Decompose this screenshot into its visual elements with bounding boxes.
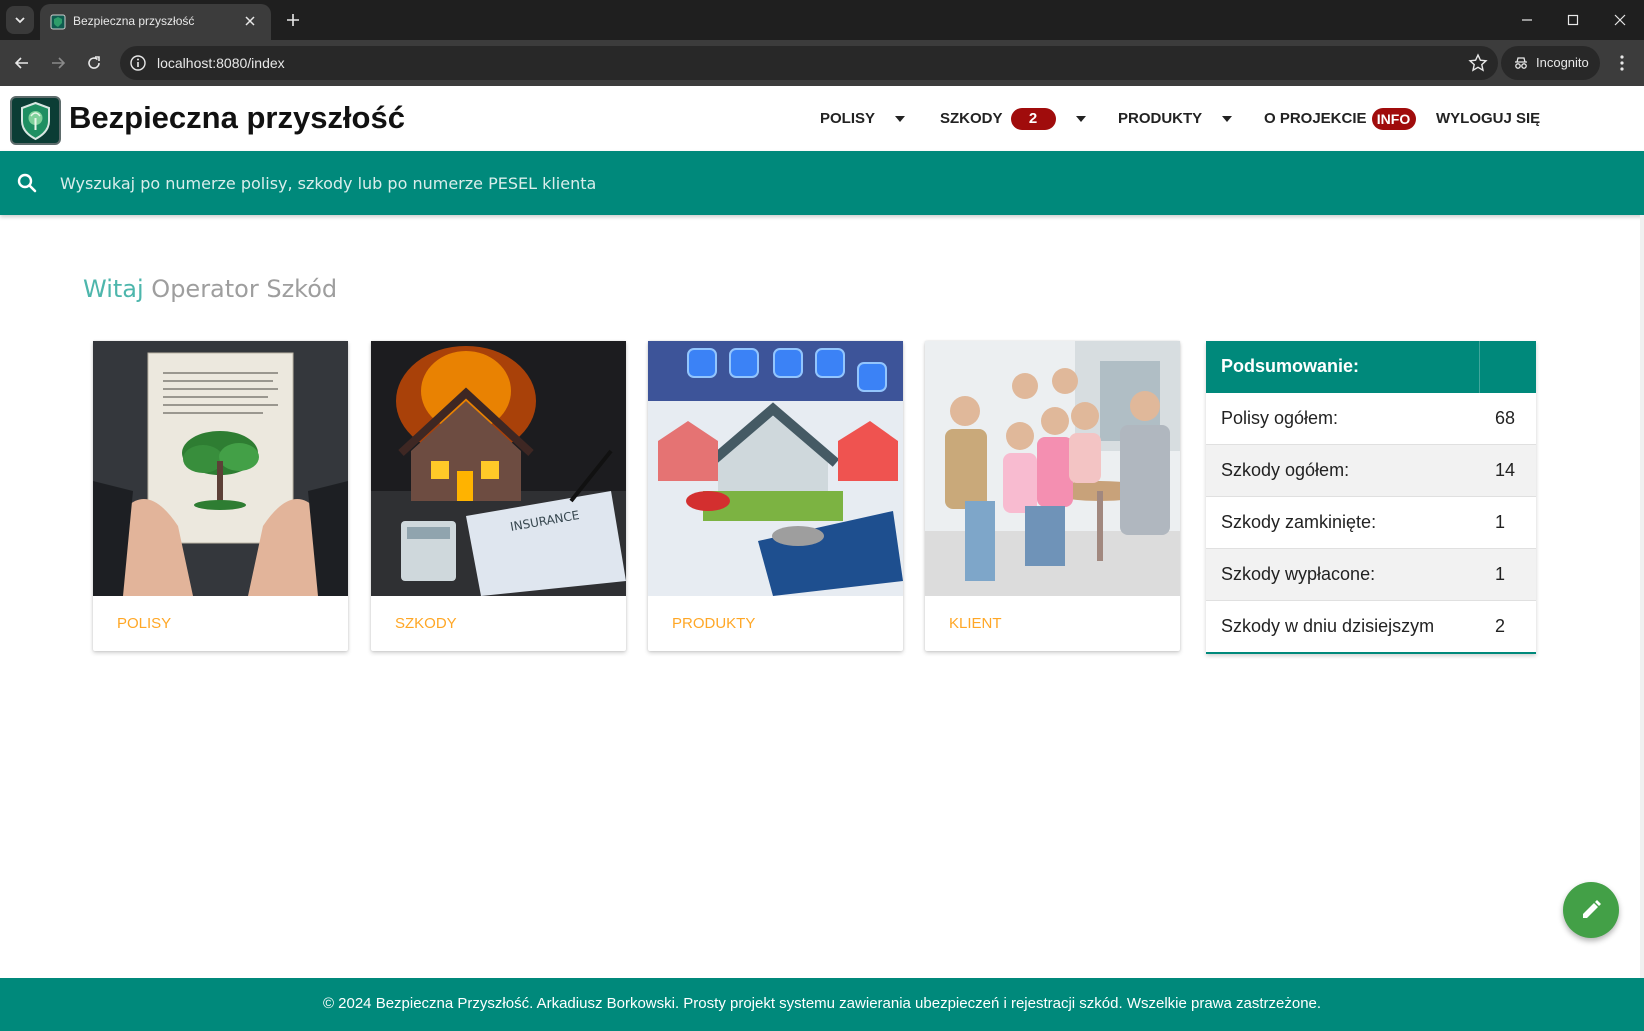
caret-down-icon [1075, 115, 1086, 122]
szkody-image: INSURANCE [371, 341, 626, 596]
search-input[interactable] [60, 163, 1620, 203]
nav-wyloguj-link[interactable]: WYLOGUJ SIĘ [1436, 86, 1540, 151]
edit-fab-button[interactable] [1563, 882, 1619, 938]
summary-label: Szkody ogółem: [1221, 460, 1350, 480]
summary-table: Podsumowanie: Polisy ogółem: 68 Szkody o… [1206, 341, 1536, 654]
summary-label: Szkody w dniu dzisiejszym [1221, 616, 1435, 636]
nav-o-projekcie-label: O PROJEKCIE [1264, 110, 1367, 127]
page-footer: © 2024 Bezpieczna Przyszłość. Arkadiusz … [0, 978, 1644, 1031]
card-polisy[interactable]: POLISY [93, 341, 348, 651]
summary-label: Szkody wypłacone: [1221, 564, 1376, 584]
summary-value: 14 [1495, 460, 1516, 480]
tab-title: Bezpieczna przyszłość [73, 14, 195, 28]
nav-polisy-dropdown[interactable]: POLISY [820, 86, 906, 151]
summary-value: 1 [1495, 564, 1506, 584]
nav-szkody-label: SZKODY [940, 110, 1003, 127]
nav-szkody-dropdown[interactable]: SZKODY 2 [940, 86, 1086, 151]
summary-row-polisy: Polisy ogółem: 68 [1206, 393, 1536, 445]
caret-down-icon [1222, 115, 1233, 122]
summary-row-wyplacone: Szkody wypłacone: 1 [1206, 549, 1536, 601]
app-navbar: Bezpieczna przyszłość POLISY SZKODY 2 PR… [0, 86, 1644, 151]
nav-produkty-dropdown[interactable]: PRODUKTY [1118, 86, 1233, 151]
summary-value: 2 [1495, 616, 1506, 636]
card-klient[interactable]: KLIENT [925, 341, 1180, 651]
summary-label: Szkody zamkinięte: [1221, 512, 1377, 532]
minimize-button[interactable] [1515, 8, 1539, 32]
nav-produkty-label: PRODUKTY [1118, 110, 1203, 127]
page-scrollbar[interactable] [1640, 215, 1644, 978]
star-icon[interactable] [1468, 53, 1488, 73]
incognito-label: Incognito [1536, 55, 1589, 70]
close-window-button[interactable] [1608, 8, 1632, 32]
chevron-down-icon [15, 17, 25, 24]
card-szkody-link[interactable]: SZKODY [395, 615, 457, 632]
maximize-icon [1567, 14, 1579, 26]
nav-o-projekcie[interactable]: O PROJEKCIE INFO [1264, 86, 1416, 151]
arrow-right-icon [52, 57, 66, 69]
welcome-heading: Witaj Operator Szkód [83, 275, 337, 303]
card-polisy-link[interactable]: POLISY [117, 615, 171, 632]
brand-title[interactable]: Bezpieczna przyszłość [69, 100, 405, 136]
favicon-icon [50, 14, 66, 30]
forward-button[interactable] [46, 51, 70, 75]
reload-button[interactable] [82, 51, 106, 75]
summary-value: 68 [1495, 408, 1516, 428]
nav-polisy-label: POLISY [820, 110, 876, 127]
nav-wyloguj-label: WYLOGUJ SIĘ [1436, 110, 1541, 127]
search-bar [0, 151, 1644, 215]
summary-row-dzisiaj: Szkody w dniu dzisiejszym 2 [1206, 601, 1536, 653]
incognito-icon [1515, 57, 1527, 69]
browser-tab[interactable]: Bezpieczna przyszłość [40, 4, 271, 40]
browser-tab-bar: Bezpieczna przyszłość [0, 0, 1644, 40]
welcome-role: Operator Szkód [151, 275, 338, 303]
card-szkody[interactable]: INSURANCE SZKODY [371, 341, 626, 651]
maximize-button[interactable] [1561, 8, 1585, 32]
url-text: localhost:8080/index [157, 55, 285, 71]
search-icon [17, 173, 37, 193]
browser-toolbar: localhost:8080/index Incognito [0, 40, 1644, 86]
szkody-count-badge: 2 [1010, 107, 1056, 130]
back-button[interactable] [10, 51, 34, 75]
pencil-icon [1583, 900, 1601, 918]
info-icon[interactable] [129, 54, 147, 72]
klient-image [925, 341, 1180, 596]
new-tab-button[interactable] [282, 9, 304, 31]
incognito-indicator[interactable]: Incognito [1501, 46, 1600, 80]
reload-icon [88, 56, 100, 69]
close-icon [1614, 14, 1626, 26]
summary-header: Podsumowanie: [1206, 341, 1536, 393]
more-vert-icon [1620, 55, 1624, 71]
browser-menu-button[interactable] [1610, 51, 1634, 75]
footer-text: © 2024 Bezpieczna Przyszłość. Arkadiusz … [322, 995, 1322, 1012]
info-badge: INFO [1371, 107, 1416, 130]
welcome-greeting: Witaj [83, 275, 144, 303]
plus-icon [287, 14, 299, 26]
summary-divider [1479, 341, 1480, 393]
shield-tree-logo-icon[interactable] [10, 96, 61, 145]
arrow-left-icon [14, 57, 28, 69]
summary-title: Podsumowanie: [1221, 356, 1360, 376]
summary-row-szkody: Szkody ogółem: 14 [1206, 445, 1536, 497]
summary-label: Polisy ogółem: [1221, 408, 1339, 428]
card-produkty-link[interactable]: PRODUKTY [672, 615, 755, 632]
minimize-icon [1522, 19, 1532, 21]
summary-value: 1 [1495, 512, 1506, 532]
card-produkty[interactable]: PRODUKTY [648, 341, 903, 651]
card-klient-link[interactable]: KLIENT [949, 615, 1002, 632]
summary-row-zamkniete: Szkody zamkinięte: 1 [1206, 497, 1536, 549]
produkty-image [648, 341, 903, 596]
polisy-image [93, 341, 348, 596]
tab-close-icon[interactable] [241, 12, 259, 30]
caret-down-icon [895, 115, 906, 122]
tab-search-button[interactable] [6, 6, 34, 34]
address-bar[interactable]: localhost:8080/index [120, 46, 1498, 80]
